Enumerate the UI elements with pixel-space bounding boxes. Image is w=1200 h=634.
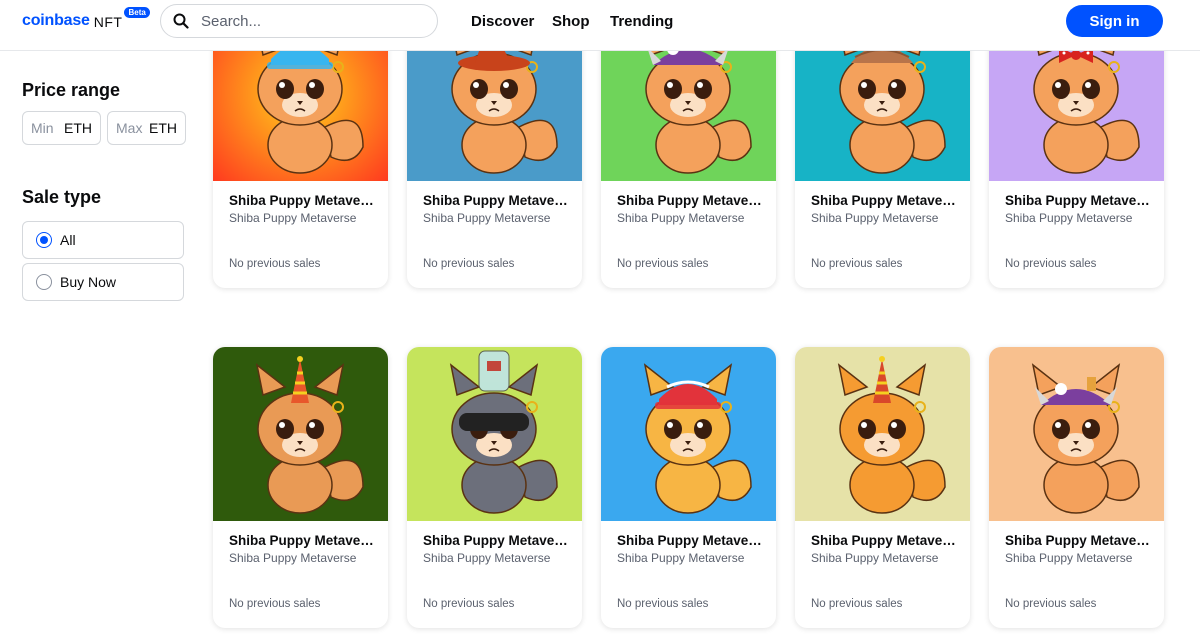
nft-grid: Shiba Puppy Metaverse Shiba Puppy Metave… (205, 51, 1200, 634)
nft-collection[interactable]: Shiba Puppy Metaverse (423, 211, 550, 225)
nft-collection[interactable]: Shiba Puppy Metaverse (811, 551, 938, 565)
nft-card[interactable]: Shiba Puppy Metaverse Shiba Puppy Metave… (989, 51, 1164, 288)
nft-collection[interactable]: Shiba Puppy Metaverse (423, 551, 550, 565)
nft-sales-status: No previous sales (1005, 258, 1097, 270)
sale-option-buy-now[interactable]: Buy Now (22, 263, 184, 301)
nft-image[interactable] (407, 347, 582, 521)
nft-title[interactable]: Shiba Puppy Metaverse (1005, 193, 1153, 208)
nft-collection[interactable]: Shiba Puppy Metaverse (617, 211, 744, 225)
nft-image[interactable] (213, 347, 388, 521)
nft-title[interactable]: Shiba Puppy Metaverse (617, 533, 765, 548)
nft-collection[interactable]: Shiba Puppy Metaverse (229, 551, 356, 565)
price-min-input[interactable]: Min ETH (22, 111, 101, 145)
nft-card[interactable]: Shiba Puppy Metaverse Shiba Puppy Metave… (795, 347, 970, 628)
nft-card[interactable]: Shiba Puppy Metaverse Shiba Puppy Metave… (989, 347, 1164, 628)
min-placeholder: Min (31, 120, 54, 136)
search-bar[interactable] (160, 4, 438, 38)
nft-collection[interactable]: Shiba Puppy Metaverse (617, 551, 744, 565)
nft-sales-status: No previous sales (617, 258, 709, 270)
nft-card[interactable]: Shiba Puppy Metaverse Shiba Puppy Metave… (601, 347, 776, 628)
nft-image[interactable] (213, 51, 388, 181)
radio-unselected-icon[interactable] (36, 274, 52, 290)
price-max-input[interactable]: Max ETH (107, 111, 186, 145)
nft-sales-status: No previous sales (229, 598, 321, 610)
nft-title[interactable]: Shiba Puppy Metaverse (423, 533, 571, 548)
search-icon (161, 13, 201, 29)
nft-image[interactable] (407, 51, 582, 181)
max-currency: ETH (149, 120, 177, 136)
nav-discover[interactable]: Discover (471, 13, 534, 30)
nft-title[interactable]: Shiba Puppy Metaverse (1005, 533, 1153, 548)
nft-collection[interactable]: Shiba Puppy Metaverse (229, 211, 356, 225)
nft-title[interactable]: Shiba Puppy Metaverse (811, 533, 959, 548)
sale-option-label: All (60, 232, 76, 248)
max-placeholder: Max (116, 120, 143, 136)
nft-title[interactable]: Shiba Puppy Metaverse (229, 533, 377, 548)
nft-sales-status: No previous sales (1005, 598, 1097, 610)
nft-card[interactable]: Shiba Puppy Metaverse Shiba Puppy Metave… (601, 51, 776, 288)
sale-option-all[interactable]: All (22, 221, 184, 259)
top-bar: coinbase NFT Beta Discover Shop Trending… (0, 0, 1200, 51)
nft-image[interactable] (989, 347, 1164, 521)
nft-image[interactable] (601, 347, 776, 521)
nft-collection[interactable]: Shiba Puppy Metaverse (1005, 551, 1132, 565)
nft-sales-status: No previous sales (617, 598, 709, 610)
min-currency: ETH (64, 120, 92, 136)
nft-image[interactable] (601, 51, 776, 181)
nft-collection[interactable]: Shiba Puppy Metaverse (1005, 211, 1132, 225)
search-input[interactable] (201, 12, 421, 30)
sign-in-button[interactable]: Sign in (1066, 5, 1163, 37)
nft-sales-status: No previous sales (811, 598, 903, 610)
nft-card[interactable]: Shiba Puppy Metaverse Shiba Puppy Metave… (795, 51, 970, 288)
nft-card[interactable]: Shiba Puppy Metaverse Shiba Puppy Metave… (213, 51, 388, 288)
nft-sales-status: No previous sales (229, 258, 321, 270)
nft-title[interactable]: Shiba Puppy Metaverse (617, 193, 765, 208)
nft-card[interactable]: Shiba Puppy Metaverse Shiba Puppy Metave… (407, 347, 582, 628)
nft-sales-status: No previous sales (423, 598, 515, 610)
nav-trending[interactable]: Trending (610, 13, 673, 30)
nft-sales-status: No previous sales (811, 258, 903, 270)
nft-image[interactable] (989, 51, 1164, 181)
nft-image[interactable] (795, 347, 970, 521)
radio-selected-icon[interactable] (36, 232, 52, 248)
logo-wordmark: coinbase (22, 12, 90, 29)
nft-title[interactable]: Shiba Puppy Metaverse (811, 193, 959, 208)
sale-type-heading: Sale type (22, 187, 102, 207)
nft-card[interactable]: Shiba Puppy Metaverse Shiba Puppy Metave… (213, 347, 388, 628)
logo-suffix: NFT (93, 14, 123, 30)
nft-image[interactable] (795, 51, 970, 181)
nft-title[interactable]: Shiba Puppy Metaverse (229, 193, 377, 208)
nft-card[interactable]: Shiba Puppy Metaverse Shiba Puppy Metave… (407, 51, 582, 288)
price-range-heading: Price range (22, 80, 121, 100)
nft-title[interactable]: Shiba Puppy Metaverse (423, 193, 571, 208)
coinbase-nft-logo[interactable]: coinbase NFT Beta (22, 7, 150, 30)
beta-badge: Beta (124, 7, 150, 18)
nft-sales-status: No previous sales (423, 258, 515, 270)
nav-shop[interactable]: Shop (552, 13, 590, 30)
sale-option-label: Buy Now (60, 274, 117, 290)
nft-collection[interactable]: Shiba Puppy Metaverse (811, 211, 938, 225)
